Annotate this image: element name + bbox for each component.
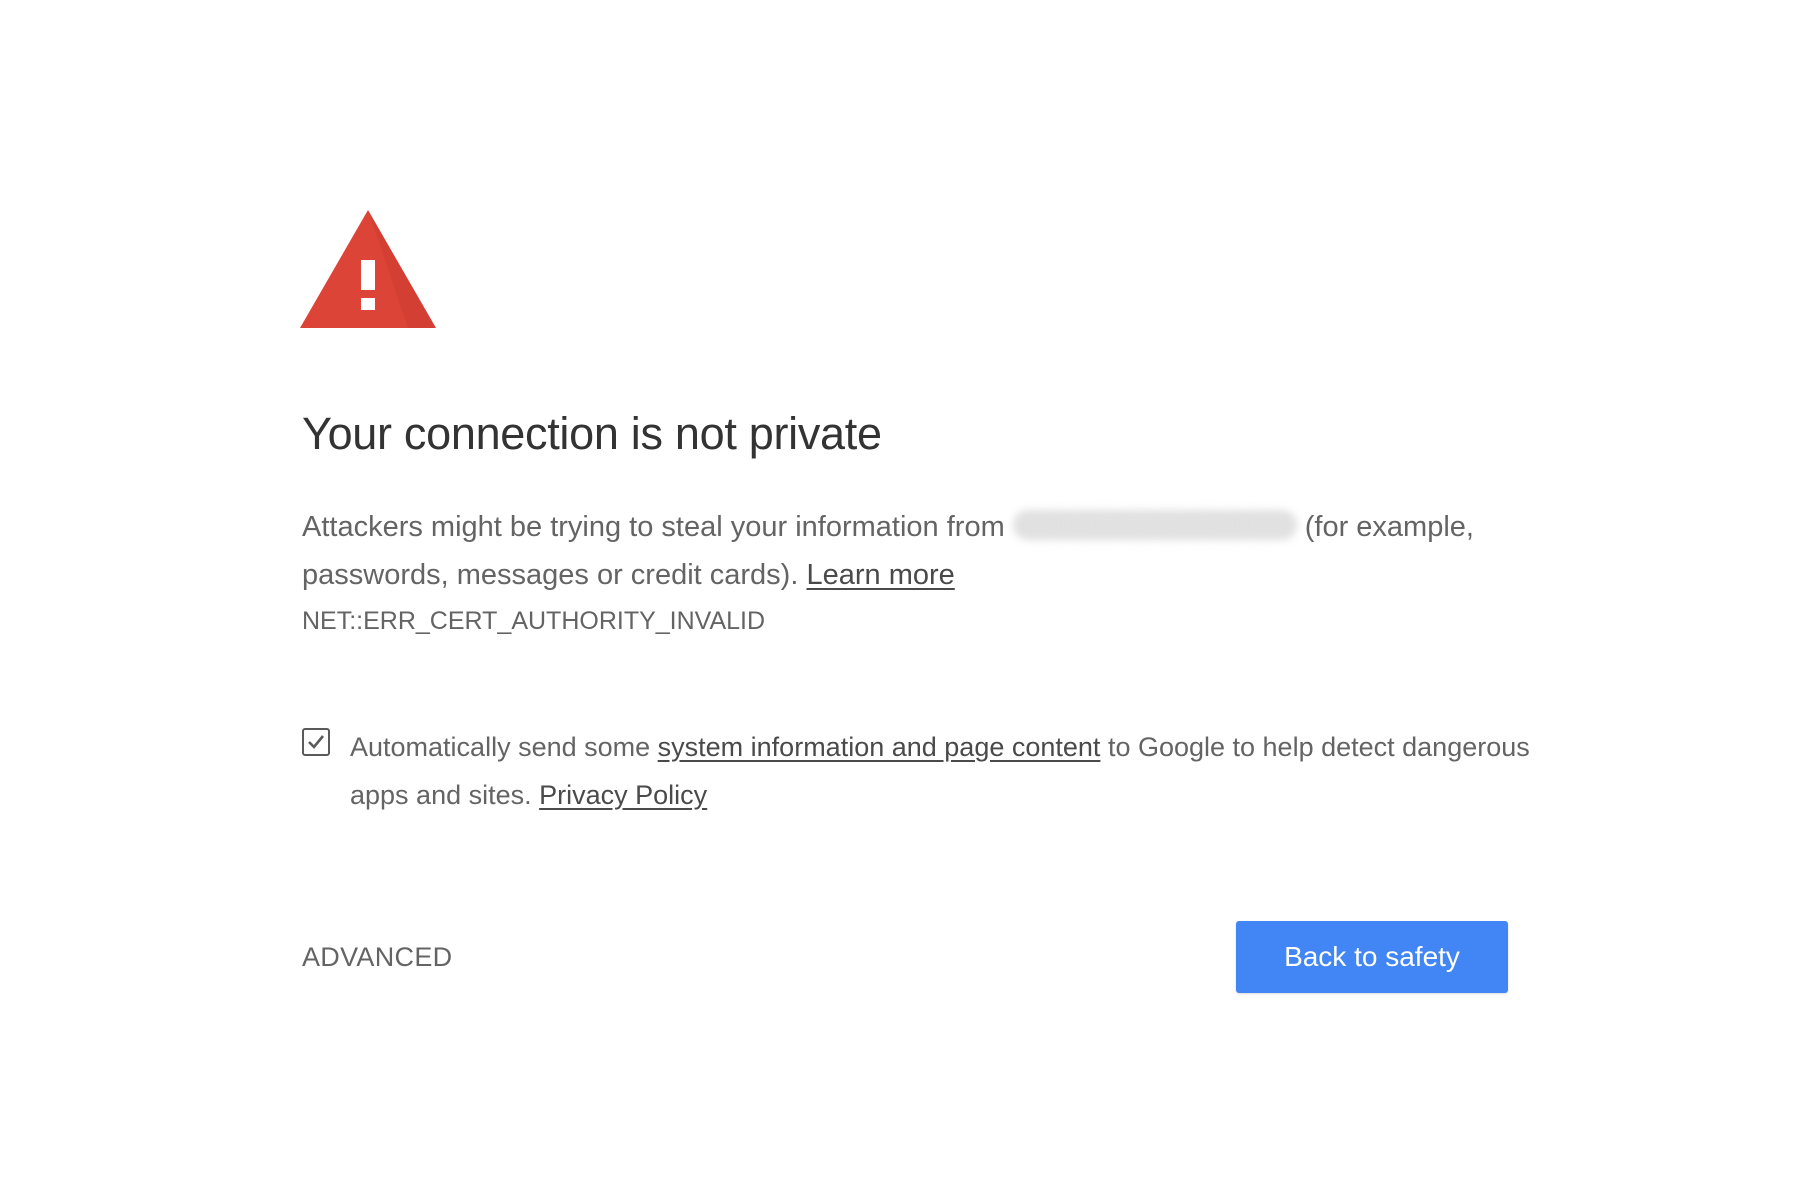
back-to-safety-button[interactable]: Back to safety [1236, 921, 1508, 993]
explanation-text-before: Attackers might be trying to steal your … [302, 511, 1005, 543]
interstitial-page: Your connection is not private Attackers… [0, 0, 1800, 1200]
checkmark-icon [308, 735, 325, 749]
error-code: NET::ERR_CERT_AUTHORITY_INVALID [302, 607, 766, 635]
system-info-link[interactable]: system information and page content [658, 732, 1101, 762]
privacy-policy-link[interactable]: Privacy Policy [539, 780, 707, 810]
advanced-button[interactable]: ADVANCED [302, 942, 452, 973]
reporting-label: Automatically send some system informati… [350, 723, 1530, 819]
explanation-paragraph: Attackers might be trying to steal your … [302, 503, 1542, 599]
reporting-checkbox[interactable] [302, 728, 330, 756]
reporting-text-before: Automatically send some [350, 732, 651, 762]
learn-more-link[interactable]: Learn more [806, 559, 954, 591]
warning-triangle-icon [300, 210, 436, 328]
blurred-hostname [1012, 510, 1297, 541]
page-title: Your connection is not private [302, 408, 882, 459]
